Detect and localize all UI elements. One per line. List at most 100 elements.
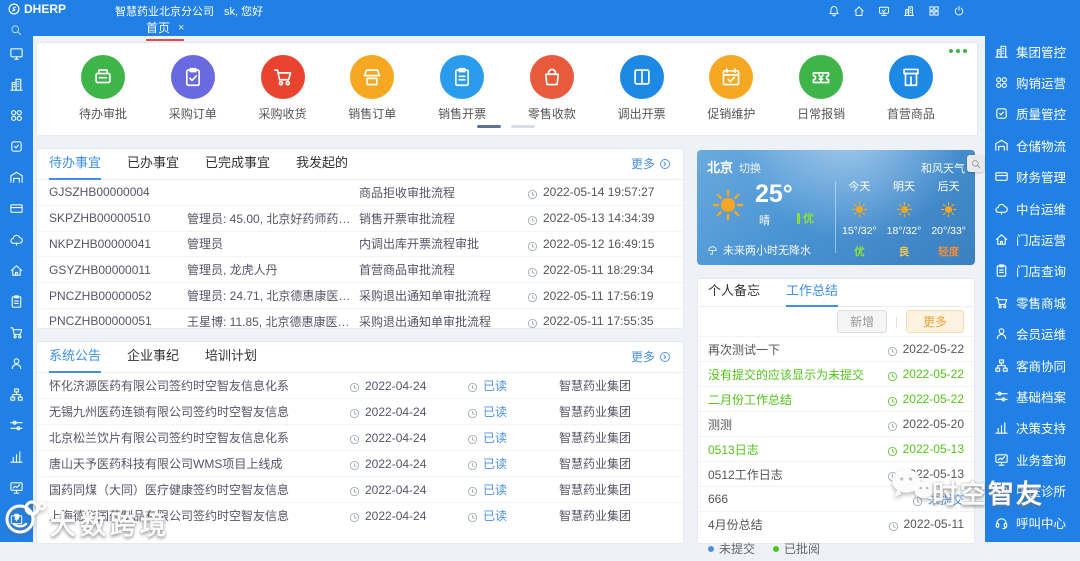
memo-row[interactable]: 没有提交的应该显示为未提交2022-05-22 [698, 361, 974, 386]
announcements-more-link[interactable]: 更多 [631, 348, 671, 372]
task-row[interactable]: NKPZHB00000041管理员内调出库开票流程审批2022-05-12 16… [37, 231, 683, 257]
shortcut-inbox[interactable]: 待办审批 [79, 55, 127, 122]
shortcut-clipboard-check[interactable]: 采购订单 [169, 55, 217, 122]
memo-more-button[interactable]: 更多 [906, 310, 964, 333]
tasks-tab-1[interactable]: 已办事宜 [127, 152, 179, 180]
workbench-icon[interactable] [878, 2, 890, 20]
close-tab-icon[interactable]: × [178, 22, 184, 34]
memo-row[interactable]: 再次测试一下2022-05-22 [698, 336, 974, 361]
task-row[interactable]: GSYZHB00000011管理员, 龙虎人丹首营商品审批流程2022-05-1… [37, 256, 683, 282]
tasks-more-link[interactable]: 更多 [631, 155, 671, 179]
tasks-tab-2[interactable]: 已完成事宜 [205, 152, 270, 180]
module-item-org[interactable]: 客商协同 [994, 356, 1080, 375]
sidebar-member-icon[interactable] [9, 355, 24, 373]
search-icon[interactable] [10, 21, 22, 33]
module-item-member[interactable]: 会员运维 [994, 324, 1080, 343]
task-row[interactable]: GJSZHB00000004商品拒收审批流程2022-05-14 19:57:2… [37, 180, 683, 205]
memo-row[interactable]: 4月份总结2022-05-11 [698, 511, 974, 536]
memo-row[interactable]: 0512工作日志2022-05-13 [698, 461, 974, 486]
sidebar-card-icon[interactable] [9, 200, 24, 218]
carousel-indicator[interactable] [477, 125, 535, 128]
shortcut-cart[interactable]: 采购收货 [259, 55, 307, 122]
memo-row[interactable]: 666未提交 [698, 486, 974, 511]
sidebar-cloud-icon[interactable] [9, 231, 24, 249]
module-item-clinic[interactable]: 中医诊所 [994, 481, 1080, 500]
sidebar-chart-icon[interactable] [9, 448, 24, 466]
app-logo[interactable]: DHERP [8, 2, 66, 16]
module-item-store[interactable]: 门店运营 [994, 230, 1080, 249]
shortcut-calendar-check[interactable]: 促销维护 [707, 55, 755, 122]
announcement-title: 无锡九州医药连锁有限公司签约时空智友信息 [49, 403, 349, 420]
module-item-sliders[interactable]: 基础档案 [994, 387, 1080, 406]
module-item-cloud[interactable]: 中台运维 [994, 199, 1080, 218]
bell-icon[interactable] [828, 2, 840, 20]
module-item-apps[interactable]: 购销运营 [994, 73, 1080, 92]
cart-icon [994, 295, 1009, 310]
sidebar-cart-icon[interactable] [9, 324, 24, 342]
sidebar-store-icon[interactable] [9, 262, 24, 280]
announcements-panel-header: 系统公告企业事纪培训计划 更多 [37, 342, 683, 373]
announcements-tab-2[interactable]: 培训计划 [205, 345, 257, 373]
sidebar-badge-icon[interactable] [9, 138, 24, 156]
shortcut-wallet[interactable]: 销售订单 [348, 55, 396, 122]
shortcut-box[interactable]: 调出开票 [618, 55, 666, 122]
announcement-row[interactable]: 无锡九州医药连锁有限公司签约时空智友信息2022-04-24已读智慧药业集团 [37, 398, 683, 424]
announcements-tab-1[interactable]: 企业事纪 [127, 345, 179, 373]
clock-icon [527, 241, 538, 252]
weather-search-button[interactable] [967, 155, 984, 172]
shortcut-clipboard[interactable]: 销售开票 [438, 55, 486, 122]
module-item-warehouse[interactable]: 仓储物流 [994, 136, 1080, 155]
module-item-clipboard[interactable]: 门店查询 [994, 261, 1080, 280]
module-item-card[interactable]: 财务管理 [994, 167, 1080, 186]
sun-icon [851, 201, 868, 218]
sidebar-clipboard-icon[interactable] [9, 293, 24, 311]
task-row[interactable]: PNCZHB00000052管理员: 24.71, 北京德惠康医药...采购退出… [37, 282, 683, 308]
sidebar-warehouse-icon[interactable] [9, 169, 24, 187]
sidebar-clinic-icon[interactable] [9, 510, 24, 528]
power-icon[interactable] [953, 2, 965, 20]
sidebar-monitor-icon[interactable] [9, 45, 24, 63]
memo-row[interactable]: 测测2022-05-20 [698, 411, 974, 436]
memo-tab-1[interactable]: 工作总结 [786, 280, 838, 307]
shortcut-bag[interactable]: 零售收款 [528, 55, 576, 122]
sidebar-sliders-icon[interactable] [9, 417, 24, 435]
memo-row[interactable]: 二月份工作总结2022-05-22 [698, 386, 974, 411]
company-name[interactable]: 智慧药业北京分公司 [115, 3, 214, 19]
apps-square-icon[interactable] [928, 2, 940, 20]
memo-add-button[interactable]: 新增 [837, 310, 887, 333]
announcement-row[interactable]: 怀化济源医药有限公司签约时空智友信息化系2022-04-24已读智慧药业集团 [37, 373, 683, 398]
shortcut-package[interactable]: 首营商品 [887, 55, 935, 122]
task-row[interactable]: SKPZHB00000510管理员: 45.00, 北京好药师药店...销售开票… [37, 205, 683, 231]
user-greeting[interactable]: sk, 您好 [224, 3, 263, 19]
announcement-row[interactable]: 国药同煤（大同）医疗健康签约时空智友信息2022-04-24已读智慧药业集团 [37, 476, 683, 502]
tab-home[interactable]: 首页 × [146, 19, 184, 41]
module-item-board[interactable]: 业务查询 [994, 450, 1080, 469]
module-item-cart[interactable]: 零售商城 [994, 293, 1080, 312]
shortcut-more-icon[interactable] [949, 49, 967, 53]
announcement-row[interactable]: 唐山天予医药科技有限公司WMS项目上线成2022-04-24已读智慧药业集团 [37, 450, 683, 476]
memo-time: 2022-05-11 [888, 517, 965, 531]
sidebar-org-icon[interactable] [9, 386, 24, 404]
module-item-building[interactable]: 集团管控 [994, 42, 1080, 61]
module-item-badge[interactable]: 质量管控 [994, 104, 1080, 123]
announcement-row[interactable]: 上海德华国药制品有限公司签约时空智友信息2022-04-24已读智慧药业集团 [37, 502, 683, 528]
building-icon[interactable] [903, 2, 915, 20]
sidebar-apps-icon[interactable] [9, 107, 24, 125]
shortcut-circle [889, 55, 933, 99]
memo-tab-0[interactable]: 个人备忘 [708, 280, 760, 307]
tasks-tab-3[interactable]: 我发起的 [296, 152, 348, 180]
home-icon[interactable] [853, 2, 865, 20]
shortcut-panel: 待办审批采购订单采购收货销售订单销售开票零售收款调出开票促销维护日常报销首营商品 [36, 42, 978, 136]
module-item-headset[interactable]: 呼叫中心 [994, 513, 1080, 532]
weather-switch-city[interactable]: 切换 [739, 160, 761, 176]
sidebar-building-icon[interactable] [9, 76, 24, 94]
announcement-row[interactable]: 北京松兰饮片有限公司签约时空智友信息化系2022-04-24已读智慧药业集团 [37, 424, 683, 450]
sidebar-board-icon[interactable] [9, 479, 24, 497]
tasks-panel-header: 待办事宜已办事宜已完成事宜我发起的 更多 [37, 149, 683, 180]
announcements-tab-0[interactable]: 系统公告 [49, 345, 101, 373]
tasks-tab-0[interactable]: 待办事宜 [49, 152, 101, 180]
memo-row[interactable]: 0513日志2022-05-13 [698, 436, 974, 461]
shortcut-ticket-yen[interactable]: 日常报销 [797, 55, 845, 122]
module-item-chart[interactable]: 决策支持 [994, 418, 1080, 437]
task-row[interactable]: PNCZHB00000051王星博: 11.85, 北京德惠康医药...采购退出… [37, 308, 683, 334]
